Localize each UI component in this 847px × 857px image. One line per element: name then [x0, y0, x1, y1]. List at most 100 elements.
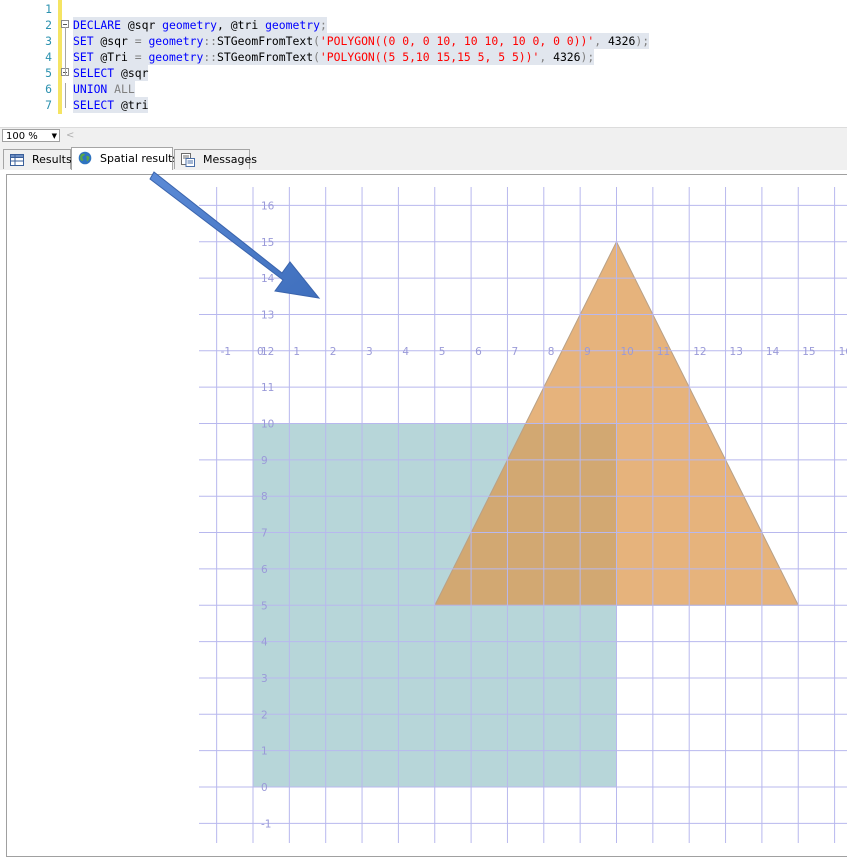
code-text: SET @Tri = geometry::STGeomFromText('POL… [73, 49, 595, 65]
y-tick-label: 13 [261, 309, 274, 321]
code-text: SET @sqr = geometry::STGeomFromText('POL… [73, 33, 650, 49]
scroll-left-icon[interactable]: < [66, 128, 74, 143]
line-number: 2 [45, 18, 52, 32]
x-tick-label: 8 [548, 346, 555, 358]
code-token: SELECT [73, 66, 115, 80]
code-token: geometry [148, 50, 204, 64]
code-text: UNION ALL [73, 81, 135, 97]
code-token: ); [635, 34, 650, 48]
code-token: STGeomFromText [217, 50, 314, 64]
code-token: @tri [114, 98, 149, 112]
y-tick-label: 7 [261, 528, 268, 540]
tab-results-label: Results [32, 153, 72, 166]
x-tick-label: 1 [293, 346, 300, 358]
x-tick-label: 16 [839, 346, 847, 358]
line-number: 6 [45, 82, 52, 96]
x-tick-label: -1 [221, 346, 231, 358]
x-tick-label: 10 [621, 346, 634, 358]
tab-spatial-results[interactable]: Spatial results [71, 147, 178, 170]
code-token: @sqr [114, 66, 149, 80]
code-token: ( [313, 50, 320, 64]
x-tick-label: 13 [730, 346, 743, 358]
code-token: :: [203, 34, 218, 48]
tab-messages[interactable]: Messages [174, 149, 257, 169]
y-tick-label: 10 [261, 419, 274, 431]
code-token: geometry [265, 18, 320, 32]
y-tick-label: 0 [261, 782, 268, 794]
x-tick-label: 15 [802, 346, 815, 358]
code-token: SET [73, 34, 94, 48]
code-line[interactable]: 2 DECLARE @sqr geometry, @tri geometry; [0, 17, 847, 33]
tab-spatial-results-label: Spatial results [100, 152, 179, 165]
code-token: 'POLYGON((5 5,10 15,15 5, 5 5))' [319, 50, 540, 64]
code-token: @sqr [93, 34, 135, 48]
code-line[interactable]: 5 SELECT @sqr [0, 65, 847, 81]
x-tick-label: 9 [584, 346, 591, 358]
code-text: DECLARE @sqr geometry, @tri geometry; [73, 17, 327, 33]
code-text: SELECT @sqr [73, 65, 149, 81]
x-tick-label: 4 [402, 346, 409, 358]
y-tick-label: 12 [261, 346, 274, 358]
code-line[interactable]: 3 SET @sqr = geometry::STGeomFromText('PO… [0, 33, 847, 49]
code-line[interactable]: 7 SELECT @tri [0, 97, 847, 113]
y-tick-label: 8 [261, 491, 268, 503]
fold-guide [65, 83, 66, 108]
tab-results[interactable]: Results [3, 149, 72, 169]
y-tick-label: 5 [261, 600, 268, 612]
y-tick-label: 1 [261, 746, 268, 758]
code-token: @sqr [121, 18, 163, 32]
code-line[interactable]: 6 UNION ALL [0, 81, 847, 97]
code-token: , @tri [217, 18, 266, 32]
code-token: ; [319, 18, 327, 32]
spatial-map[interactable]: -101234567891011121314151616151413111098… [7, 175, 847, 857]
code-token: SET [73, 50, 94, 64]
y-tick-label: 14 [261, 273, 275, 285]
line-number: 5 [45, 66, 52, 80]
grid-icon [10, 154, 24, 166]
code-token: 'POLYGON((0 0, 0 10, 10 10, 10 0, 0 0))' [319, 34, 595, 48]
y-tick-label: 9 [261, 455, 268, 467]
y-tick-label: 3 [261, 673, 268, 685]
code-token: ( [313, 34, 320, 48]
zoom-bar: 100 % ▼ < [0, 127, 847, 145]
y-tick-label: 4 [261, 637, 268, 649]
code-line[interactable]: 4 SET @Tri = geometry::STGeomFromText('PO… [0, 49, 847, 65]
y-tick-label: 16 [261, 200, 275, 212]
code-line[interactable]: 1 [0, 1, 847, 17]
y-tick-label: 2 [261, 709, 268, 721]
x-tick-label: 12 [693, 346, 706, 358]
code-token: UNION [73, 82, 108, 96]
query-editor[interactable]: 1 2 DECLARE @sqr geometry, @tri geometry; 3… [0, 0, 847, 127]
code-token: ); [580, 50, 595, 64]
zoom-value: 100 % [6, 131, 38, 142]
line-number: 3 [45, 34, 52, 48]
x-tick-label: 2 [330, 346, 337, 358]
code-token: DECLARE [73, 18, 122, 32]
line-number: 1 [45, 2, 52, 16]
spatial-results-panel[interactable]: -101234567891011121314151616151413111098… [6, 174, 847, 857]
code-token: SELECT [73, 98, 115, 112]
line-number: 4 [45, 50, 52, 64]
y-tick-label: 11 [261, 382, 274, 394]
chevron-down-icon: ▼ [51, 132, 57, 140]
code-text: SELECT @tri [73, 97, 149, 113]
code-token: geometry [162, 18, 218, 32]
y-tick-label: -1 [261, 818, 271, 830]
code-token: STGeomFromText [217, 34, 314, 48]
code-token: :: [203, 50, 218, 64]
y-tick-label: 15 [261, 237, 274, 249]
code-token: @Tri [93, 50, 135, 64]
x-tick-label: 7 [511, 346, 518, 358]
code-token: 4326 [546, 50, 581, 64]
x-tick-label: 6 [475, 346, 482, 358]
zoom-dropdown[interactable]: 100 % ▼ [2, 129, 60, 142]
code-token: ALL [114, 82, 135, 96]
results-tab-strip: Results Spatial results Messages [0, 145, 847, 170]
tab-messages-label: Messages [203, 153, 257, 166]
code-token: geometry [148, 34, 204, 48]
x-tick-label: 5 [439, 346, 446, 358]
x-tick-label: 3 [366, 346, 373, 358]
code-token: = [134, 50, 142, 64]
fold-guide [65, 27, 66, 76]
code-token: = [134, 34, 142, 48]
